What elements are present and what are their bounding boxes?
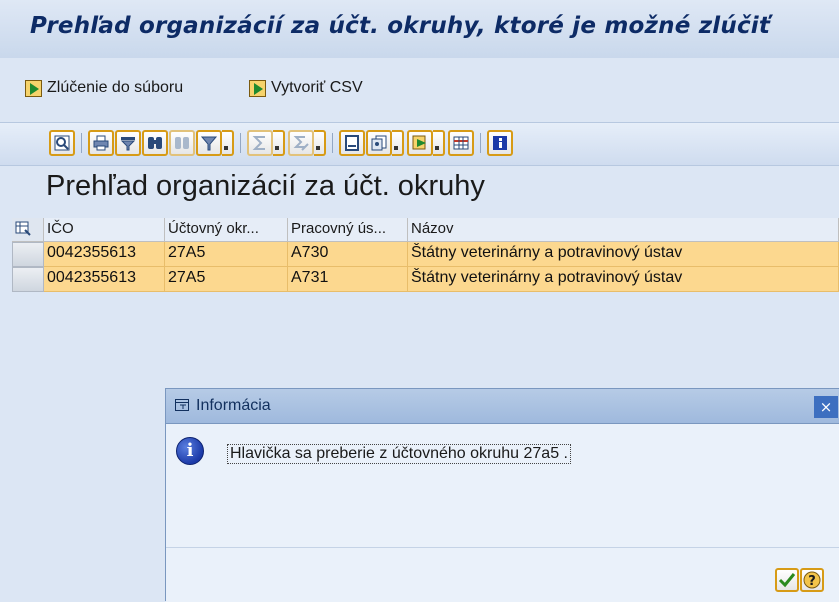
layout-button[interactable]	[366, 130, 392, 156]
svg-text:?: ?	[808, 574, 816, 589]
grid-settings-button[interactable]	[12, 218, 44, 242]
filter-icon	[120, 137, 136, 151]
merge-to-file-button[interactable]: Zlúčenie do súboru	[24, 76, 183, 100]
column-header-name[interactable]: Názov	[408, 218, 839, 242]
set-filter-icon	[200, 136, 218, 151]
create-csv-button[interactable]: Vytvoriť CSV	[248, 76, 363, 100]
table-cell[interactable]: 27A5	[165, 242, 288, 267]
information-dialog: Informácia × i Hlavička sa preberie z úč…	[165, 388, 839, 602]
table-cell[interactable]: Štátny veterinárny a potravinový ústav	[408, 242, 839, 267]
find-next-button[interactable]	[169, 130, 195, 156]
dialog-title-bar[interactable]: Informácia ×	[166, 389, 839, 424]
row-selector[interactable]	[12, 267, 44, 292]
application-toolbar: Zlúčenie do súboru Vytvoriť CSV	[0, 58, 839, 120]
confirm-button[interactable]	[775, 568, 799, 592]
find-next-icon	[175, 137, 189, 149]
help-button[interactable]: ?	[800, 568, 824, 592]
sum-icon	[252, 136, 265, 150]
export-dropdown[interactable]	[433, 130, 445, 156]
layout-icon	[371, 135, 387, 151]
info-icon: i	[176, 437, 204, 465]
export-button[interactable]	[407, 130, 433, 156]
filter-button[interactable]	[115, 130, 141, 156]
subtotal-button[interactable]	[288, 130, 314, 156]
find-button[interactable]	[142, 130, 168, 156]
create-csv-label: Vytvoriť CSV	[271, 79, 363, 96]
grid-view-button[interactable]	[448, 130, 474, 156]
info-icon	[493, 136, 507, 150]
table-cell[interactable]: 27A5	[165, 267, 288, 292]
sum-button[interactable]	[247, 130, 273, 156]
table-cell[interactable]: A731	[288, 267, 408, 292]
table-settings-icon	[15, 221, 31, 236]
print-preview-button[interactable]	[339, 130, 365, 156]
help-icon: ?	[803, 571, 821, 589]
grid-view-icon	[453, 136, 469, 150]
close-icon[interactable]: ×	[814, 396, 838, 418]
find-icon	[148, 137, 162, 149]
table-cell[interactable]: 0042355613	[44, 242, 165, 267]
column-header-accounting-area[interactable]: Účtovný okr...	[165, 218, 288, 242]
window-title: Prehľad organizácií za účt. okruhy, ktor…	[30, 13, 771, 39]
checkmark-icon	[778, 573, 796, 588]
info-button[interactable]	[487, 130, 513, 156]
table-cell[interactable]: A730	[288, 242, 408, 267]
sum-dropdown[interactable]	[273, 130, 285, 156]
dialog-message: Hlavička sa preberie z účtovného okruhu …	[227, 444, 571, 464]
subtotal-dropdown[interactable]	[314, 130, 326, 156]
alv-toolbar	[0, 122, 839, 166]
table-cell[interactable]: 0042355613	[44, 267, 165, 292]
print-button[interactable]	[88, 130, 114, 156]
set-filter-dropdown[interactable]	[222, 130, 234, 156]
export-icon	[24, 79, 44, 97]
page-title: Prehľad organizácií za účt. okruhy	[46, 170, 485, 202]
details-icon	[54, 135, 70, 151]
table-cell[interactable]: Štátny veterinárny a potravinový ústav	[408, 267, 839, 292]
dialog-footer: ?	[166, 547, 839, 602]
subtotal-icon	[293, 136, 309, 151]
window-icon	[175, 399, 189, 411]
print-preview-icon	[345, 135, 359, 151]
merge-to-file-label: Zlúčenie do súboru	[47, 79, 184, 96]
column-header-ico[interactable]: IČO	[44, 218, 165, 242]
column-header-workplace[interactable]: Pracovný ús...	[288, 218, 408, 242]
set-filter-button[interactable]	[196, 130, 222, 156]
title-bar: Prehľad organizácií za účt. okruhy, ktor…	[0, 0, 839, 59]
row-selector[interactable]	[12, 242, 44, 267]
dialog-title: Informácia	[196, 397, 271, 414]
details-button[interactable]	[49, 130, 75, 156]
export-icon	[248, 79, 268, 97]
export-icon	[412, 135, 426, 150]
print-icon	[93, 135, 109, 151]
layout-dropdown[interactable]	[392, 130, 404, 156]
